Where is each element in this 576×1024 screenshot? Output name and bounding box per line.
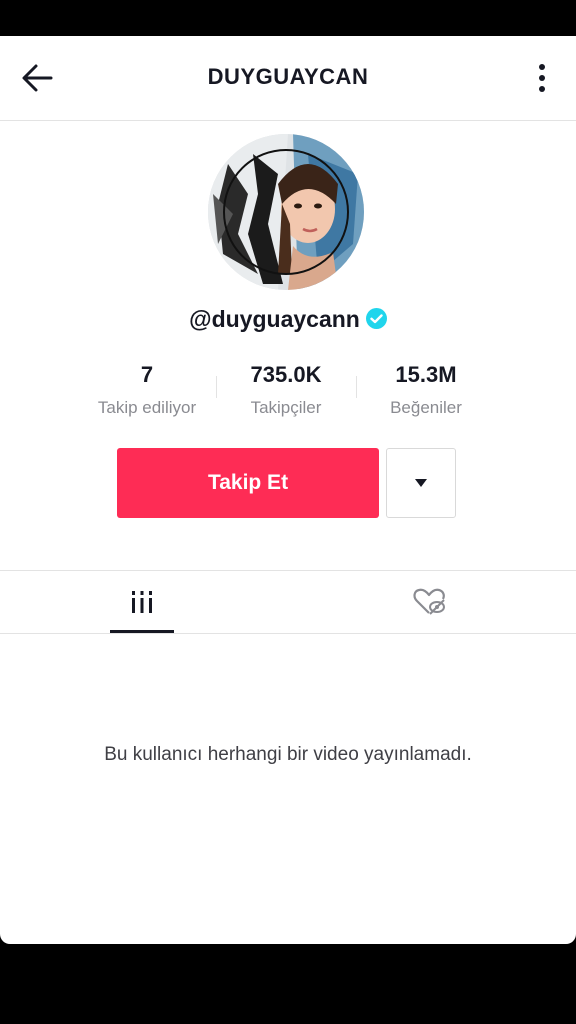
stats-divider xyxy=(216,376,217,398)
tab-liked[interactable] xyxy=(398,571,462,633)
more-options-button[interactable] xyxy=(538,62,546,94)
profile-handle: @duyguaycann xyxy=(189,306,360,332)
stat-following[interactable]: 7 Takip ediliyor xyxy=(82,362,212,418)
video-grid-icon xyxy=(132,591,152,613)
follow-button[interactable]: Takip Et xyxy=(117,448,379,518)
stat-likes-label: Beğeniler xyxy=(390,398,462,417)
caret-down-icon xyxy=(415,479,427,487)
stat-likes[interactable]: 15.3M Beğeniler xyxy=(366,362,486,418)
stat-following-label: Takip ediliyor xyxy=(97,398,197,417)
stat-followers[interactable]: 735.0K Takipçiler xyxy=(226,362,346,418)
active-tab-indicator xyxy=(110,630,174,633)
empty-state-message: Bu kullanıcı herhangi bir video yayınlam… xyxy=(104,744,472,765)
profile-tabs xyxy=(0,570,576,634)
liked-hidden-heart-icon xyxy=(413,588,445,615)
more-vertical-icon xyxy=(539,64,545,92)
stat-followers-label: Takipçiler xyxy=(250,398,322,417)
verified-badge-icon xyxy=(365,308,387,329)
page-title: DUYGUAYCAN xyxy=(207,64,369,89)
tab-videos[interactable] xyxy=(110,571,174,633)
top-bar: DUYGUAYCAN xyxy=(0,36,576,121)
profile-screen: DUYGUAYCAN @duyguaycann 7 Takip ediliyor… xyxy=(0,36,576,944)
profile-handle-row: @duyguaycann xyxy=(0,306,576,333)
stat-followers-count: 735.0K xyxy=(250,362,322,387)
stat-likes-count: 15.3M xyxy=(395,362,457,387)
stat-following-count: 7 xyxy=(140,362,154,387)
stats-divider xyxy=(356,376,357,398)
avatar-image xyxy=(208,134,364,290)
suggested-accounts-dropdown-button[interactable] xyxy=(386,448,456,518)
profile-stats: 7 Takip ediliyor 735.0K Takipçiler 15.3M… xyxy=(0,362,576,426)
avatar[interactable] xyxy=(208,134,364,290)
